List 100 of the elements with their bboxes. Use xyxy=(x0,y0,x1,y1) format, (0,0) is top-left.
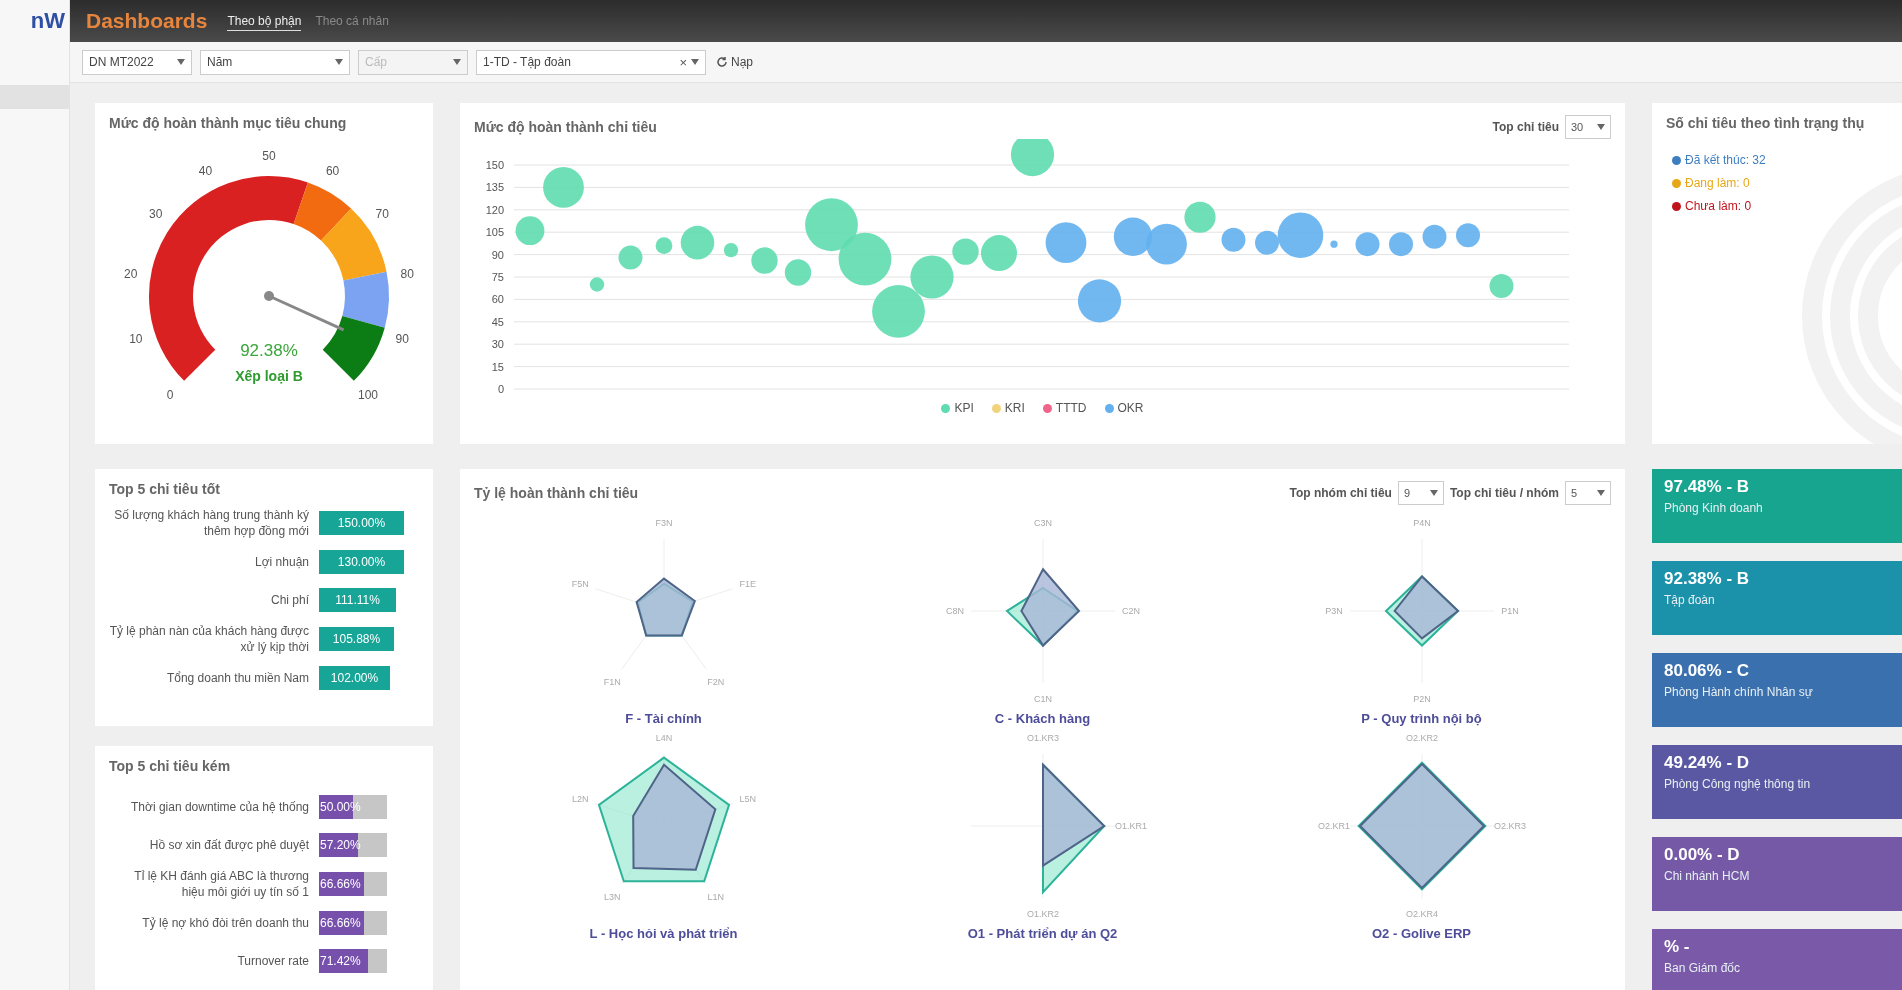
gauge-tick-label: 60 xyxy=(325,164,340,179)
axis-label: L1N xyxy=(706,892,724,903)
legend-item[interactable]: TTTD xyxy=(1042,401,1087,415)
axis-tick-label: 75 xyxy=(491,271,504,283)
unit-name: Ban Giám đốc xyxy=(1664,961,1742,975)
gauge-tick-label: 40 xyxy=(198,164,213,179)
legend-item[interactable]: Chưa làm: 0 xyxy=(1672,199,1792,213)
bubble xyxy=(1113,217,1153,256)
gauge-tick-label: 80 xyxy=(400,267,414,282)
caret-icon xyxy=(1429,490,1438,496)
axis-label: C1N xyxy=(1033,694,1052,704)
axis-tick-label: 150 xyxy=(485,159,504,171)
bubble xyxy=(1184,201,1216,233)
control-label: Top chỉ tiêu / nhóm xyxy=(1449,486,1559,500)
indicator-label: Turnover rate xyxy=(236,953,309,969)
axis-label: P4N xyxy=(1412,518,1431,528)
bubble xyxy=(723,242,739,258)
nav-tab[interactable]: Theo bộ phận xyxy=(227,11,302,31)
panel-title: Số chỉ tiêu theo tình trạng thụ xyxy=(1666,115,1866,131)
indicator-label: Tỷ lệ phàn nàn của khách hàng được xử lý kịp thời xyxy=(109,623,309,655)
unit-card[interactable]: % - Ban Giám đốc xyxy=(1652,929,1902,990)
indicator-label: Tỷ lệ nợ khó đòi trên doanh thu xyxy=(141,915,309,931)
unit-name: Phòng Công nghệ thông tin xyxy=(1664,777,1812,791)
legend-item[interactable]: OKR xyxy=(1104,401,1144,415)
caret-icon xyxy=(177,59,185,65)
bubble xyxy=(784,259,812,286)
axis-tick-label: 15 xyxy=(491,360,504,373)
panel-title: Mức độ hoàn thành chỉ tiêu xyxy=(474,119,657,135)
unit-name: Tập đoàn xyxy=(1664,593,1716,607)
legend-item[interactable]: KPI xyxy=(941,401,974,415)
bubble xyxy=(1456,223,1480,248)
gauge-tick-label: 0 xyxy=(166,388,174,402)
axis-label: L3N xyxy=(603,892,621,903)
caret-icon xyxy=(1597,490,1605,496)
radar-title: F - Tài chính xyxy=(625,711,702,726)
value-bar: 111.11% xyxy=(319,588,396,612)
filter-select[interactable]: DN MT2022 xyxy=(82,49,192,75)
top-select[interactable]: 9 xyxy=(1397,481,1444,505)
axis-label: O2.KR2 xyxy=(1405,733,1438,743)
unit-card[interactable]: 49.24% - D Phòng Công nghệ thông tin xyxy=(1652,745,1902,819)
indicator-label: Lợi nhuận xyxy=(254,554,309,570)
bubble xyxy=(872,284,925,338)
indicator-label: Chi phí xyxy=(269,592,309,608)
unit-name: Phòng Hành chính Nhân sự xyxy=(1664,685,1814,699)
caret-icon xyxy=(1597,124,1605,130)
caret-icon xyxy=(335,59,343,65)
bubble xyxy=(981,235,1017,272)
caret-icon xyxy=(453,59,461,65)
gauge-tick-label: 90 xyxy=(395,332,409,347)
axis-label: O1.KR2 xyxy=(1026,909,1059,919)
value-bar: 130.00% xyxy=(319,550,404,574)
gauge-tick-label: 20 xyxy=(124,267,138,282)
bubble xyxy=(751,247,778,274)
unit-card[interactable]: 0.00% - D Chi nhánh HCM xyxy=(1652,837,1902,911)
axis-tick-label: 105 xyxy=(485,226,504,239)
indicator-label: Tổng doanh thu miền Nam xyxy=(165,670,309,686)
gauge-tick-label: 10 xyxy=(129,332,143,347)
bubble xyxy=(1422,224,1447,249)
bubble xyxy=(1355,232,1380,257)
bubble xyxy=(1045,222,1087,264)
top-select[interactable]: 5 xyxy=(1565,481,1611,505)
reload-button[interactable]: Nạp xyxy=(714,53,755,71)
gauge-grade: Xếp loại B xyxy=(235,368,303,384)
value-bar: 102.00% xyxy=(319,666,390,690)
axis-label: C8N xyxy=(945,606,964,616)
axis-label: F1E xyxy=(738,578,756,589)
bubble xyxy=(589,277,605,292)
axis-label: L2N xyxy=(571,793,589,804)
panel-title: Top 5 chỉ tiêu kém xyxy=(109,758,232,774)
bubble xyxy=(1489,273,1514,298)
unit-score: 49.24% - D xyxy=(1664,753,1751,773)
unit-score: 92.38% - B xyxy=(1664,569,1751,589)
axis-label: F5N xyxy=(571,578,589,589)
value-bar: 150.00% xyxy=(319,511,404,535)
bubble xyxy=(515,216,545,246)
filter-select[interactable]: 1-TD - Tập đoàn × xyxy=(476,49,706,75)
axis-tick-label: 90 xyxy=(491,248,504,261)
legend-item[interactable]: Đã kết thúc: 32 xyxy=(1672,153,1792,167)
axis-label: F2N xyxy=(706,677,724,688)
unit-score: % - xyxy=(1664,937,1691,957)
indicator-label: Tỉ lệ KH đánh giá ABC là thương hiệu môi giới uy tín số 1 xyxy=(133,868,309,900)
bubble xyxy=(838,232,892,286)
bubble xyxy=(1221,227,1246,252)
axis-label: F1N xyxy=(603,677,621,688)
unit-card[interactable]: 80.06% - C Phòng Hành chính Nhân sự xyxy=(1652,653,1902,727)
unit-score: 80.06% - C xyxy=(1664,661,1751,681)
axis-label: L5N xyxy=(738,793,756,804)
legend-item[interactable]: KRI xyxy=(991,401,1025,415)
top-select[interactable]: 30 xyxy=(1565,115,1611,139)
unit-card[interactable]: 92.38% - B Tập đoàn xyxy=(1652,561,1902,635)
control-label: Top chỉ tiêu xyxy=(1492,120,1559,134)
bubble xyxy=(1077,279,1122,323)
axis-tick-label: 30 xyxy=(491,338,504,351)
bubble xyxy=(680,225,715,260)
filter-select[interactable]: Năm xyxy=(200,49,350,75)
panel-title: Top 5 chỉ tiêu tốt xyxy=(109,481,221,497)
logo[interactable]: nW xyxy=(0,0,69,42)
panel-title: Mức độ hoàn thành mục tiêu chung xyxy=(109,115,348,131)
gauge-tick-label: 30 xyxy=(149,206,163,221)
gauge-tick-label: 100 xyxy=(358,388,378,402)
